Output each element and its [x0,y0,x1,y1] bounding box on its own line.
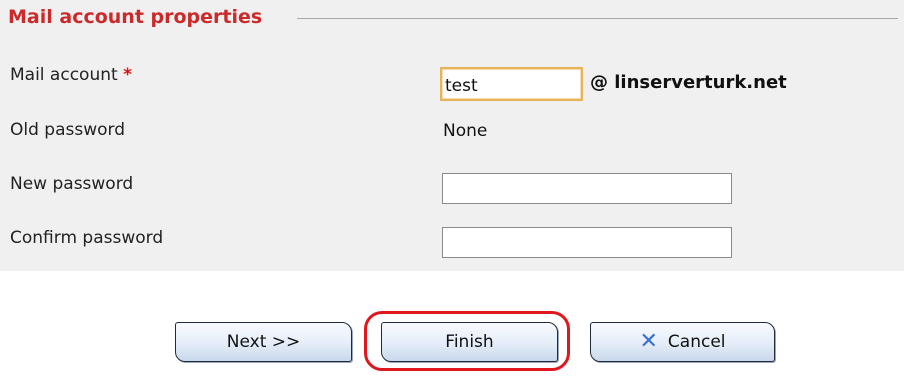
confirm-password-input[interactable] [442,227,732,258]
section-divider [297,18,898,19]
next-button-label: Next >> [226,332,301,352]
required-marker: * [123,65,132,85]
mail-domain-label: @ linserverturk.net [590,72,787,93]
confirm-password-label: Confirm password [10,228,164,248]
finish-button[interactable]: Finish [381,322,558,362]
new-password-label: New password [10,174,134,194]
old-password-value: None [443,121,488,141]
new-password-input[interactable] [442,173,732,204]
mail-account-label-text: Mail account [10,65,118,85]
close-x-icon: ✕ [639,329,658,354]
next-button[interactable]: Next >> [175,322,352,362]
cancel-button[interactable]: ✕ Cancel [590,322,775,362]
old-password-label: Old password [10,120,126,140]
section-header: Mail account properties [8,6,898,32]
form-panel: Mail account properties Mail account * @… [0,0,904,271]
mail-account-input[interactable] [440,67,583,101]
section-title: Mail account properties [8,6,263,28]
mail-account-label: Mail account * [10,65,132,85]
cancel-button-label: Cancel [667,332,726,352]
finish-button-label: Finish [445,332,494,352]
